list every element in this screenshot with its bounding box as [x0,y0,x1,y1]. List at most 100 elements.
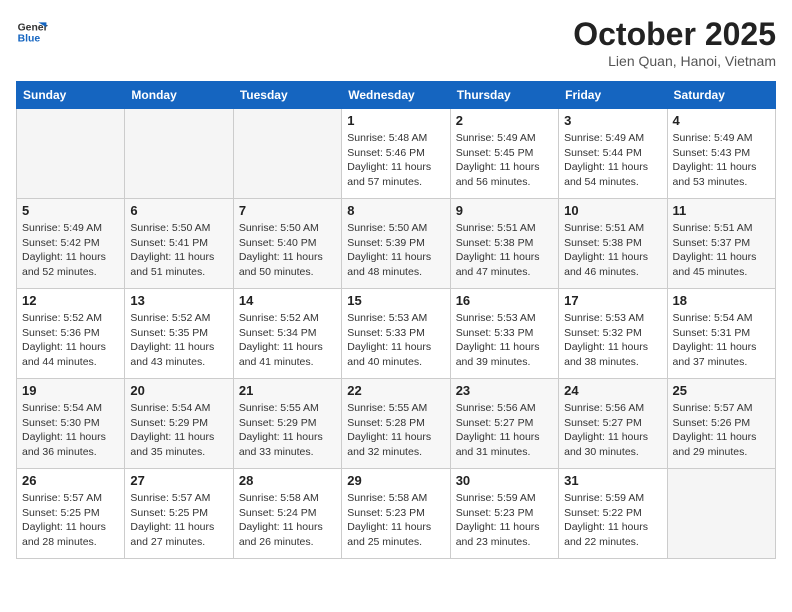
day-number: 28 [239,473,336,488]
day-number: 13 [130,293,227,308]
day-number: 7 [239,203,336,218]
calendar-cell: 15 Sunrise: 5:53 AM Sunset: 5:33 PM Dayli… [342,289,450,379]
calendar-cell: 31Sunrise: 5:59 AM Sunset: 5:22 PM Dayli… [559,469,667,559]
day-info: Sunrise: 5:49 AM Sunset: 5:43 PM Dayligh… [673,131,770,190]
calendar-cell: 5 Sunrise: 5:49 AM Sunset: 5:42 PM Daylig… [17,199,125,289]
calendar-cell: 8Sunrise: 5:50 AM Sunset: 5:39 PM Daylig… [342,199,450,289]
calendar-cell: 4 Sunrise: 5:49 AM Sunset: 5:43 PM Daylig… [667,109,775,199]
day-info: Sunrise: 5:59 AM Sunset: 5:23 PM Dayligh… [456,491,553,550]
day-info: Sunrise: 5:49 AM Sunset: 5:44 PM Dayligh… [564,131,661,190]
calendar-cell: 20 Sunrise: 5:54 AM Sunset: 5:29 PM Dayli… [125,379,233,469]
day-info: Sunrise: 5:52 AM Sunset: 5:36 PM Dayligh… [22,311,119,370]
calendar-cell: 3 Sunrise: 5:49 AM Sunset: 5:44 PM Daylig… [559,109,667,199]
day-number: 17 [564,293,661,308]
day-info: Sunrise: 5:57 AM Sunset: 5:25 PM Dayligh… [22,491,119,550]
svg-text:Blue: Blue [18,34,41,45]
day-number: 22 [347,383,444,398]
calendar-cell [667,469,775,559]
day-info: Sunrise: 5:48 AM Sunset: 5:46 PM Dayligh… [347,131,444,190]
calendar-cell: 14 Sunrise: 5:52 AM Sunset: 5:34 PM Dayli… [233,289,341,379]
calendar-cell: 7 Sunrise: 5:50 AM Sunset: 5:40 PM Daylig… [233,199,341,289]
day-number: 27 [130,473,227,488]
day-info: Sunrise: 5:50 AM Sunset: 5:41 PM Dayligh… [130,221,227,280]
calendar-cell: 11 Sunrise: 5:51 AM Sunset: 5:37 PM Dayli… [667,199,775,289]
day-info: Sunrise: 5:51 AM Sunset: 5:37 PM Dayligh… [673,221,770,280]
title-block: October 2025 Lien Quan, Hanoi, Vietnam [573,16,776,69]
week-row-4: 19Sunrise: 5:54 AM Sunset: 5:30 PM Dayli… [17,379,776,469]
day-number: 5 [22,203,119,218]
day-number: 30 [456,473,553,488]
day-number: 14 [239,293,336,308]
day-info: Sunrise: 5:58 AM Sunset: 5:23 PM Dayligh… [347,491,444,550]
calendar-cell: 13 Sunrise: 5:52 AM Sunset: 5:35 PM Dayli… [125,289,233,379]
calendar-cell: 26 Sunrise: 5:57 AM Sunset: 5:25 PM Dayli… [17,469,125,559]
day-number: 4 [673,113,770,128]
calendar-cell: 29 Sunrise: 5:58 AM Sunset: 5:23 PM Dayli… [342,469,450,559]
day-info: Sunrise: 5:54 AM Sunset: 5:29 PM Dayligh… [130,401,227,460]
day-info: Sunrise: 5:50 AM Sunset: 5:39 PM Dayligh… [347,221,444,280]
calendar-cell [125,109,233,199]
day-info: Sunrise: 5:56 AM Sunset: 5:27 PM Dayligh… [564,401,661,460]
calendar-cell: 12 Sunrise: 5:52 AM Sunset: 5:36 PM Dayli… [17,289,125,379]
calendar-cell: 23Sunrise: 5:56 AM Sunset: 5:27 PM Dayli… [450,379,558,469]
day-number: 2 [456,113,553,128]
calendar-cell: 1 Sunrise: 5:48 AM Sunset: 5:46 PM Daylig… [342,109,450,199]
calendar-cell: 25 Sunrise: 5:57 AM Sunset: 5:26 PM Dayli… [667,379,775,469]
day-number: 29 [347,473,444,488]
day-number: 18 [673,293,770,308]
calendar-cell: 22Sunrise: 5:55 AM Sunset: 5:28 PM Dayli… [342,379,450,469]
calendar-cell: 28Sunrise: 5:58 AM Sunset: 5:24 PM Dayli… [233,469,341,559]
day-number: 11 [673,203,770,218]
day-number: 1 [347,113,444,128]
day-number: 26 [22,473,119,488]
day-info: Sunrise: 5:51 AM Sunset: 5:38 PM Dayligh… [564,221,661,280]
day-number: 15 [347,293,444,308]
day-info: Sunrise: 5:53 AM Sunset: 5:33 PM Dayligh… [456,311,553,370]
week-row-3: 12 Sunrise: 5:52 AM Sunset: 5:36 PM Dayli… [17,289,776,379]
day-number: 21 [239,383,336,398]
day-info: Sunrise: 5:49 AM Sunset: 5:45 PM Dayligh… [456,131,553,190]
calendar-cell: 2 Sunrise: 5:49 AM Sunset: 5:45 PM Daylig… [450,109,558,199]
calendar-cell: 21Sunrise: 5:55 AM Sunset: 5:29 PM Dayli… [233,379,341,469]
calendar-cell: 16 Sunrise: 5:53 AM Sunset: 5:33 PM Dayli… [450,289,558,379]
week-row-1: 1 Sunrise: 5:48 AM Sunset: 5:46 PM Daylig… [17,109,776,199]
day-number: 16 [456,293,553,308]
calendar-cell: 24 Sunrise: 5:56 AM Sunset: 5:27 PM Dayli… [559,379,667,469]
day-number: 6 [130,203,227,218]
day-info: Sunrise: 5:51 AM Sunset: 5:38 PM Dayligh… [456,221,553,280]
day-number: 25 [673,383,770,398]
day-info: Sunrise: 5:50 AM Sunset: 5:40 PM Dayligh… [239,221,336,280]
calendar-cell: 9 Sunrise: 5:51 AM Sunset: 5:38 PM Daylig… [450,199,558,289]
day-number: 20 [130,383,227,398]
calendar-header-row: SundayMondayTuesdayWednesdayThursdayFrid… [17,82,776,109]
day-info: Sunrise: 5:49 AM Sunset: 5:42 PM Dayligh… [22,221,119,280]
calendar-cell: 19Sunrise: 5:54 AM Sunset: 5:30 PM Dayli… [17,379,125,469]
day-info: Sunrise: 5:57 AM Sunset: 5:25 PM Dayligh… [130,491,227,550]
column-header-sunday: Sunday [17,82,125,109]
day-info: Sunrise: 5:54 AM Sunset: 5:31 PM Dayligh… [673,311,770,370]
day-number: 3 [564,113,661,128]
week-row-2: 5 Sunrise: 5:49 AM Sunset: 5:42 PM Daylig… [17,199,776,289]
day-info: Sunrise: 5:53 AM Sunset: 5:32 PM Dayligh… [564,311,661,370]
day-number: 12 [22,293,119,308]
logo-icon: General Blue [16,16,48,48]
column-header-friday: Friday [559,82,667,109]
day-number: 9 [456,203,553,218]
day-info: Sunrise: 5:59 AM Sunset: 5:22 PM Dayligh… [564,491,661,550]
column-header-saturday: Saturday [667,82,775,109]
location-subtitle: Lien Quan, Hanoi, Vietnam [573,53,776,69]
calendar-cell: 6 Sunrise: 5:50 AM Sunset: 5:41 PM Daylig… [125,199,233,289]
column-header-wednesday: Wednesday [342,82,450,109]
calendar-cell: 27 Sunrise: 5:57 AM Sunset: 5:25 PM Dayli… [125,469,233,559]
logo: General Blue [16,16,48,48]
day-info: Sunrise: 5:57 AM Sunset: 5:26 PM Dayligh… [673,401,770,460]
day-info: Sunrise: 5:52 AM Sunset: 5:34 PM Dayligh… [239,311,336,370]
day-number: 24 [564,383,661,398]
day-info: Sunrise: 5:56 AM Sunset: 5:27 PM Dayligh… [456,401,553,460]
day-info: Sunrise: 5:53 AM Sunset: 5:33 PM Dayligh… [347,311,444,370]
day-info: Sunrise: 5:52 AM Sunset: 5:35 PM Dayligh… [130,311,227,370]
calendar-cell: 30 Sunrise: 5:59 AM Sunset: 5:23 PM Dayli… [450,469,558,559]
calendar-table: SundayMondayTuesdayWednesdayThursdayFrid… [16,81,776,559]
week-row-5: 26 Sunrise: 5:57 AM Sunset: 5:25 PM Dayli… [17,469,776,559]
calendar-cell: 17 Sunrise: 5:53 AM Sunset: 5:32 PM Dayli… [559,289,667,379]
